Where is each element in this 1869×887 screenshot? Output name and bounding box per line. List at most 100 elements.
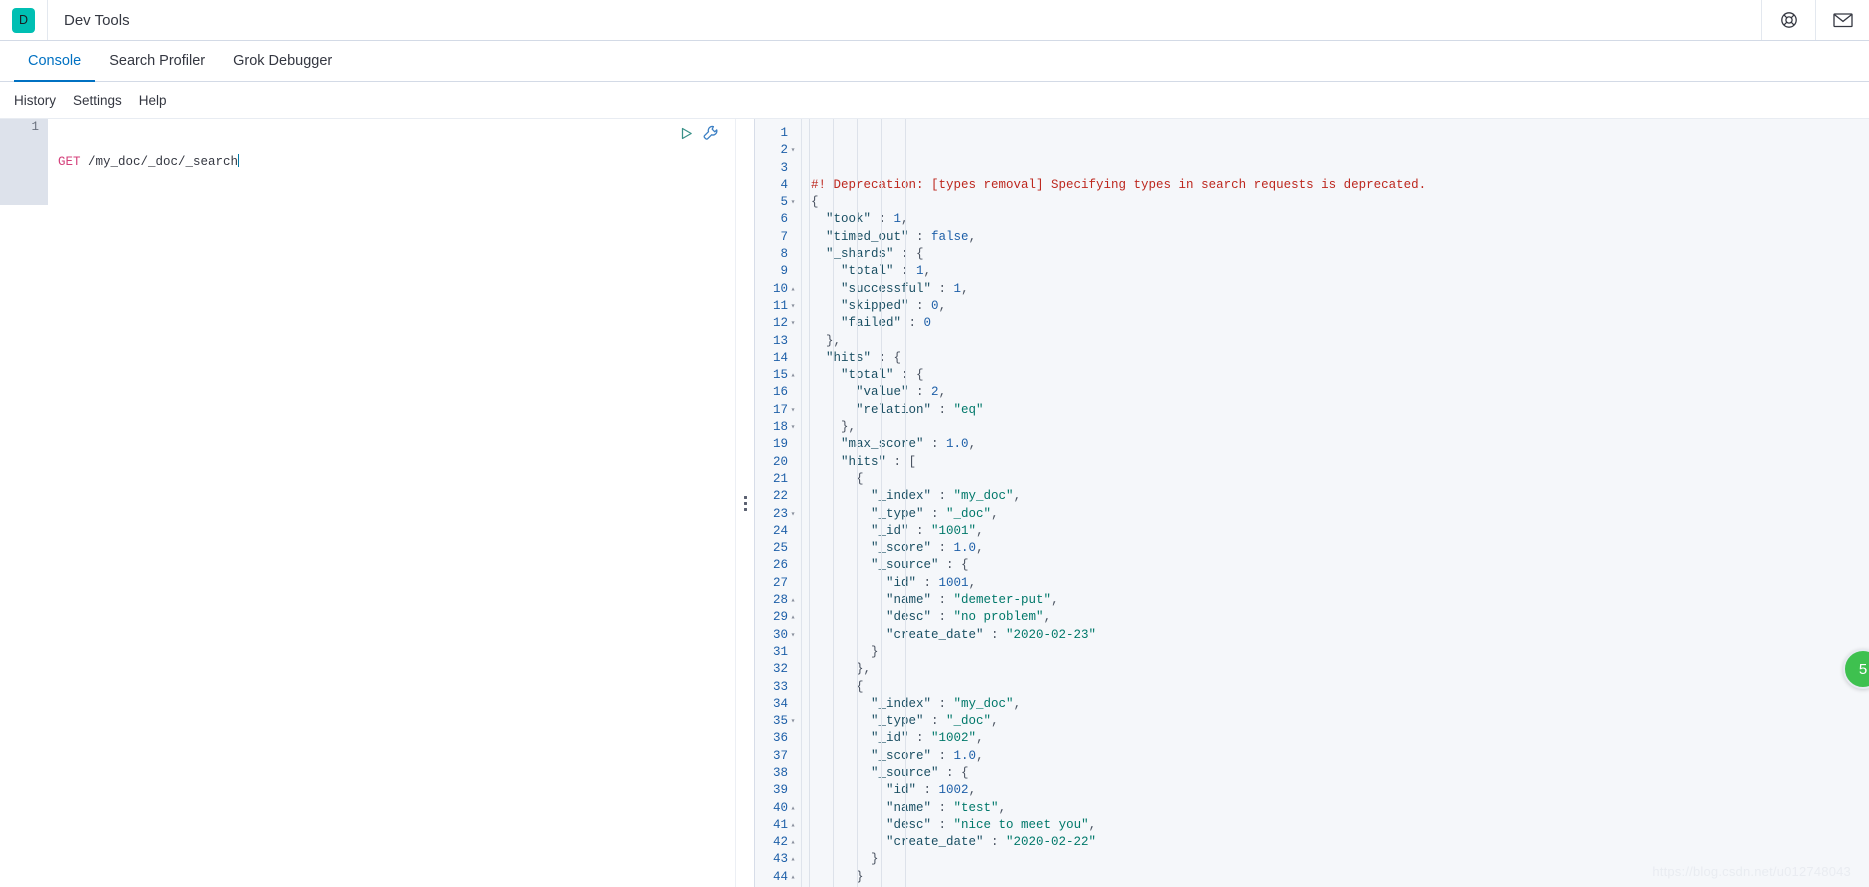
token-punct: : <box>908 731 932 746</box>
token-key: "name" <box>811 800 932 815</box>
request-editor-pane[interactable]: 1 GET /my_doc/_doc/_search <box>0 119 735 887</box>
fold-toggle-icon[interactable]: ▾ <box>788 315 798 332</box>
token-punct: : <box>908 523 932 538</box>
response-code-line: "_type" : "_doc", <box>811 713 1869 730</box>
fold-toggle-icon[interactable]: ▴ <box>788 609 798 626</box>
response-line-number: 40 ▴ <box>755 800 801 817</box>
tab-console[interactable]: Console <box>14 41 96 82</box>
token-str: "1001" <box>931 523 977 538</box>
token-key: "total" <box>811 368 894 383</box>
token-punct: , <box>976 523 984 538</box>
token-key: "_source" <box>811 765 939 780</box>
token-key: "_source" <box>811 558 939 573</box>
token-punct: : <box>931 696 954 711</box>
token-punct: { <box>811 471 864 486</box>
token-key: "timed_out" <box>811 229 909 244</box>
response-line-number: 32 <box>772 662 788 677</box>
response-line-number: 31 <box>772 644 788 659</box>
token-punct: : <box>893 264 917 279</box>
response-code-line: "create_date" : "2020-02-22" <box>811 834 1869 851</box>
token-key: "max_score" <box>811 437 924 452</box>
tab-search-profiler[interactable]: Search Profiler <box>95 41 219 81</box>
token-punct: : <box>931 817 954 832</box>
mail-icon-button[interactable] <box>1815 0 1869 40</box>
token-punct: , <box>961 281 969 296</box>
response-code-line: "relation" : "eq" <box>811 402 1869 419</box>
play-icon[interactable] <box>679 126 694 146</box>
fold-toggle-icon[interactable]: ▾ <box>788 298 798 315</box>
tab-grok-debugger-label: Grok Debugger <box>233 53 333 69</box>
token-punct: : <box>931 610 954 625</box>
fold-toggle-icon[interactable]: ▴ <box>788 592 798 609</box>
header-actions <box>1761 0 1869 40</box>
fold-toggle-icon[interactable]: ▾ <box>788 506 798 523</box>
response-line-number: 36 <box>772 731 788 746</box>
response-line-number: 16 <box>772 385 788 400</box>
fold-toggle-icon[interactable]: ▴ <box>788 869 798 886</box>
fold-toggle-icon[interactable]: ▾ <box>788 713 798 730</box>
token-punct: , <box>968 229 977 244</box>
token-punct: , <box>901 212 909 227</box>
sub-menu-item-settings[interactable]: Settings <box>73 93 122 108</box>
request-line-number: 1 <box>31 120 39 134</box>
response-code-line: "create_date" : "2020-02-23" <box>811 627 1869 644</box>
fold-toggle-icon[interactable]: ▴ <box>788 834 798 851</box>
token-punct: } <box>811 644 879 659</box>
response-line-number: 24 <box>772 523 788 538</box>
app-logo[interactable]: D <box>0 0 48 40</box>
wrench-icon[interactable] <box>703 125 719 146</box>
token-punct: : { <box>938 558 969 573</box>
response-code[interactable]: #! Deprecation: [types removal] Specifyi… <box>802 119 1869 887</box>
token-str: "2020-02-23" <box>1006 627 1097 642</box>
response-line-number: 15 ▴ <box>755 367 801 384</box>
token-str: "2020-02-22" <box>1006 835 1097 850</box>
sub-menu-item-help[interactable]: Help <box>139 93 167 108</box>
panel-resize-handle[interactable] <box>735 119 755 887</box>
fold-toggle-icon[interactable]: ▴ <box>788 800 798 817</box>
token-punct: : <box>931 593 954 608</box>
primary-tabs: Console Search Profiler Grok Debugger <box>0 41 1869 82</box>
token-punct: : { <box>938 765 969 780</box>
response-line-number: 22 <box>772 489 788 504</box>
fold-toggle-icon[interactable]: ▴ <box>788 367 798 384</box>
token-str: "1002" <box>931 731 977 746</box>
response-line-number: 28 ▴ <box>755 592 801 609</box>
token-punct: , <box>1088 817 1097 832</box>
fold-toggle-icon[interactable]: ▴ <box>788 817 798 834</box>
sub-menu-item-history[interactable]: History <box>14 93 56 108</box>
fold-toggle-icon[interactable]: ▴ <box>788 281 798 298</box>
fold-toggle-icon[interactable]: ▾ <box>788 419 798 436</box>
token-str: "test" <box>953 800 999 815</box>
help-icon-button[interactable] <box>1761 0 1815 40</box>
fold-toggle-icon[interactable]: ▾ <box>788 142 798 159</box>
response-gutter[interactable]: 1 2 ▾ 3 4 5 ▾ 6 7 8 9 10 ▴ 11 ▾ 12 ▾ 13 14 15 ▴ 16 17 ▾ 18 ▾ 19 20 2… <box>755 119 802 887</box>
token-punct: , <box>976 731 984 746</box>
fold-toggle-icon[interactable]: ▾ <box>788 627 798 644</box>
token-key: "_index" <box>811 696 932 711</box>
token-punct: : <box>923 714 947 729</box>
fold-toggle-icon[interactable]: ▾ <box>788 402 798 419</box>
tab-grok-debugger[interactable]: Grok Debugger <box>219 41 346 81</box>
response-code-line: "_index" : "my_doc", <box>811 696 1869 713</box>
token-punct: : <box>908 385 932 400</box>
request-line[interactable]: 1 GET /my_doc/_doc/_search <box>0 119 735 206</box>
app-header: D Dev Tools <box>0 0 1869 41</box>
fold-toggle-icon[interactable]: ▴ <box>788 851 798 868</box>
token-punct: : <box>931 748 954 763</box>
request-code-area[interactable]: GET /my_doc/_doc/_search <box>48 119 735 206</box>
token-key: "took" <box>811 212 872 227</box>
token-punct: } <box>811 869 864 884</box>
response-line-number: 44 ▴ <box>755 869 801 886</box>
response-viewer-pane[interactable]: 1 2 ▾ 3 4 5 ▾ 6 7 8 9 10 ▴ 11 ▾ 12 ▾ 13 14 15 ▴ 16 17 ▾ 18 ▾ 19 20 2… <box>755 119 1869 887</box>
token-punct: : <box>931 402 954 417</box>
response-code-line: "desc" : "nice to meet you", <box>811 817 1869 834</box>
token-punct: , <box>1051 593 1059 608</box>
token-key: "_type" <box>811 714 924 729</box>
logo-letter: D <box>12 7 35 33</box>
console-workspace: 1 GET /my_doc/_doc/_search 1 2 ▾ 3 4 5 ▾ 6 7 8 9 10… <box>0 118 1869 887</box>
token-punct: : <box>931 541 954 556</box>
response-code-line: "total" : { <box>811 367 1869 384</box>
fold-toggle-icon[interactable]: ▾ <box>788 194 798 211</box>
request-editor-empty-area[interactable] <box>0 205 735 887</box>
response-line-number: 34 <box>772 696 788 711</box>
